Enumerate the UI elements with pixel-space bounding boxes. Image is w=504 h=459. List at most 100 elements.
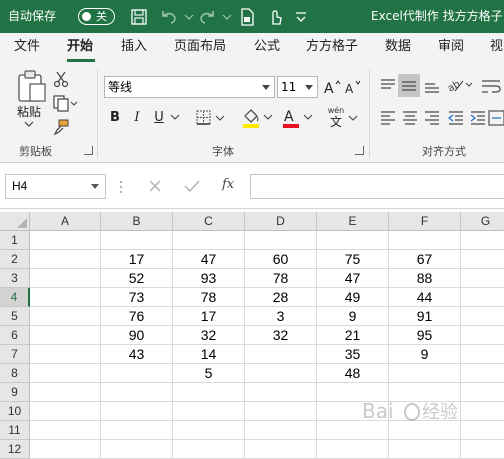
cell-e2[interactable]: 75 <box>317 250 389 269</box>
cell-e6[interactable]: 21 <box>317 326 389 345</box>
cell-b2[interactable]: 17 <box>101 250 173 269</box>
tab-page-layout[interactable]: 页面布局 <box>174 39 226 55</box>
tab-fangfang[interactable]: 方方格子 <box>306 39 358 55</box>
cell-f3[interactable]: 88 <box>389 269 461 288</box>
tab-review[interactable]: 审阅 <box>438 39 464 55</box>
row-header-3[interactable]: 3 <box>0 269 30 288</box>
cell-c9[interactable] <box>173 383 245 402</box>
cell-a12[interactable] <box>30 440 101 459</box>
cell-c2[interactable]: 47 <box>173 250 245 269</box>
column-header-g[interactable]: G <box>461 212 504 231</box>
cell-g4[interactable] <box>461 288 504 307</box>
font-color-icon[interactable]: A <box>280 107 316 129</box>
cell-f7[interactable]: 9 <box>389 345 461 364</box>
cell-f6[interactable]: 95 <box>389 326 461 345</box>
cell-a6[interactable] <box>30 326 101 345</box>
cell-a8[interactable] <box>30 364 101 383</box>
touch-mode-icon[interactable] <box>264 6 286 28</box>
cell-d8[interactable] <box>245 364 317 383</box>
cancel-icon[interactable] <box>147 178 163 194</box>
cell-d3[interactable]: 78 <box>245 269 317 288</box>
cell-a10[interactable] <box>30 402 101 421</box>
decrease-font-size-icon[interactable]: A <box>343 77 363 97</box>
underline-dropdown-icon[interactable] <box>170 112 180 122</box>
cell-c7[interactable]: 14 <box>173 345 245 364</box>
cell-d1[interactable] <box>245 231 317 250</box>
cell-b1[interactable] <box>101 231 173 250</box>
align-right-icon[interactable] <box>422 108 442 128</box>
top-align-icon[interactable] <box>378 76 398 96</box>
borders-icon[interactable] <box>195 109 227 127</box>
row-header-12[interactable]: 12 <box>0 440 30 459</box>
cell-f1[interactable] <box>389 231 461 250</box>
cell-d6[interactable]: 32 <box>245 326 317 345</box>
row-header-4[interactable]: 4 <box>0 288 30 307</box>
cell-b5[interactable]: 76 <box>101 307 173 326</box>
row-header-10[interactable]: 10 <box>0 402 30 421</box>
insert-function-button[interactable]: fx <box>222 177 234 192</box>
align-center-icon[interactable] <box>400 108 420 128</box>
cell-b4[interactable]: 73 <box>101 288 173 307</box>
bold-button[interactable]: B <box>105 108 125 128</box>
cell-d11[interactable] <box>245 421 317 440</box>
cell-b8[interactable] <box>101 364 173 383</box>
bottom-align-icon[interactable] <box>422 76 442 96</box>
undo-icon[interactable] <box>158 6 180 28</box>
tab-formulas[interactable]: 公式 <box>254 39 280 55</box>
cell-c10[interactable] <box>173 402 245 421</box>
customize-toolbar-icon[interactable] <box>290 6 312 28</box>
drag-handle-icon[interactable] <box>118 179 124 195</box>
cell-e3[interactable]: 47 <box>317 269 389 288</box>
cell-f2[interactable]: 67 <box>389 250 461 269</box>
orientation-icon[interactable]: ab <box>446 75 474 95</box>
cell-f12[interactable] <box>389 440 461 459</box>
cell-b9[interactable] <box>101 383 173 402</box>
cell-a9[interactable] <box>30 383 101 402</box>
cell-e1[interactable] <box>317 231 389 250</box>
cell-b3[interactable]: 52 <box>101 269 173 288</box>
cell-e5[interactable]: 9 <box>317 307 389 326</box>
font-size-select[interactable]: 11 <box>277 76 318 98</box>
cell-c4[interactable]: 78 <box>173 288 245 307</box>
row-header-1[interactable]: 1 <box>0 231 30 250</box>
cell-c5[interactable]: 17 <box>173 307 245 326</box>
cell-f8[interactable] <box>389 364 461 383</box>
column-header-e[interactable]: E <box>317 212 389 231</box>
column-header-d[interactable]: D <box>245 212 317 231</box>
cell-a3[interactable] <box>30 269 101 288</box>
cell-g3[interactable] <box>461 269 504 288</box>
fill-color-icon[interactable] <box>240 107 276 129</box>
enter-check-icon[interactable] <box>183 178 201 194</box>
column-header-a[interactable]: A <box>30 212 101 231</box>
redo-icon[interactable] <box>196 6 218 28</box>
cell-c11[interactable] <box>173 421 245 440</box>
decrease-indent-icon[interactable] <box>446 108 466 128</box>
formula-input[interactable] <box>250 174 504 199</box>
cell-e4[interactable]: 49 <box>317 288 389 307</box>
cell-e7[interactable]: 35 <box>317 345 389 364</box>
cell-c6[interactable]: 32 <box>173 326 245 345</box>
cell-d12[interactable] <box>245 440 317 459</box>
cell-d4[interactable]: 28 <box>245 288 317 307</box>
font-name-select[interactable]: 等线 <box>104 76 275 98</box>
paste-icon[interactable] <box>16 69 48 103</box>
middle-align-button[interactable] <box>398 74 420 97</box>
cell-a7[interactable] <box>30 345 101 364</box>
phonetic-dropdown-icon[interactable] <box>348 113 358 123</box>
cell-b11[interactable] <box>101 421 173 440</box>
cell-b10[interactable] <box>101 402 173 421</box>
cell-g6[interactable] <box>461 326 504 345</box>
autosave-toggle[interactable]: 关 <box>78 8 115 25</box>
cell-d5[interactable]: 3 <box>245 307 317 326</box>
cell-c8[interactable]: 5 <box>173 364 245 383</box>
font-launcher-icon[interactable] <box>355 146 364 155</box>
cell-a5[interactable] <box>30 307 101 326</box>
paste-dropdown-icon[interactable] <box>24 120 34 128</box>
save-icon[interactable] <box>128 6 150 28</box>
name-box[interactable]: H4 <box>5 174 106 199</box>
wrap-text-icon[interactable] <box>480 76 504 96</box>
cell-c3[interactable]: 93 <box>173 269 245 288</box>
increase-indent-icon[interactable] <box>468 108 488 128</box>
column-header-f[interactable]: F <box>389 212 461 231</box>
cell-d10[interactable] <box>245 402 317 421</box>
